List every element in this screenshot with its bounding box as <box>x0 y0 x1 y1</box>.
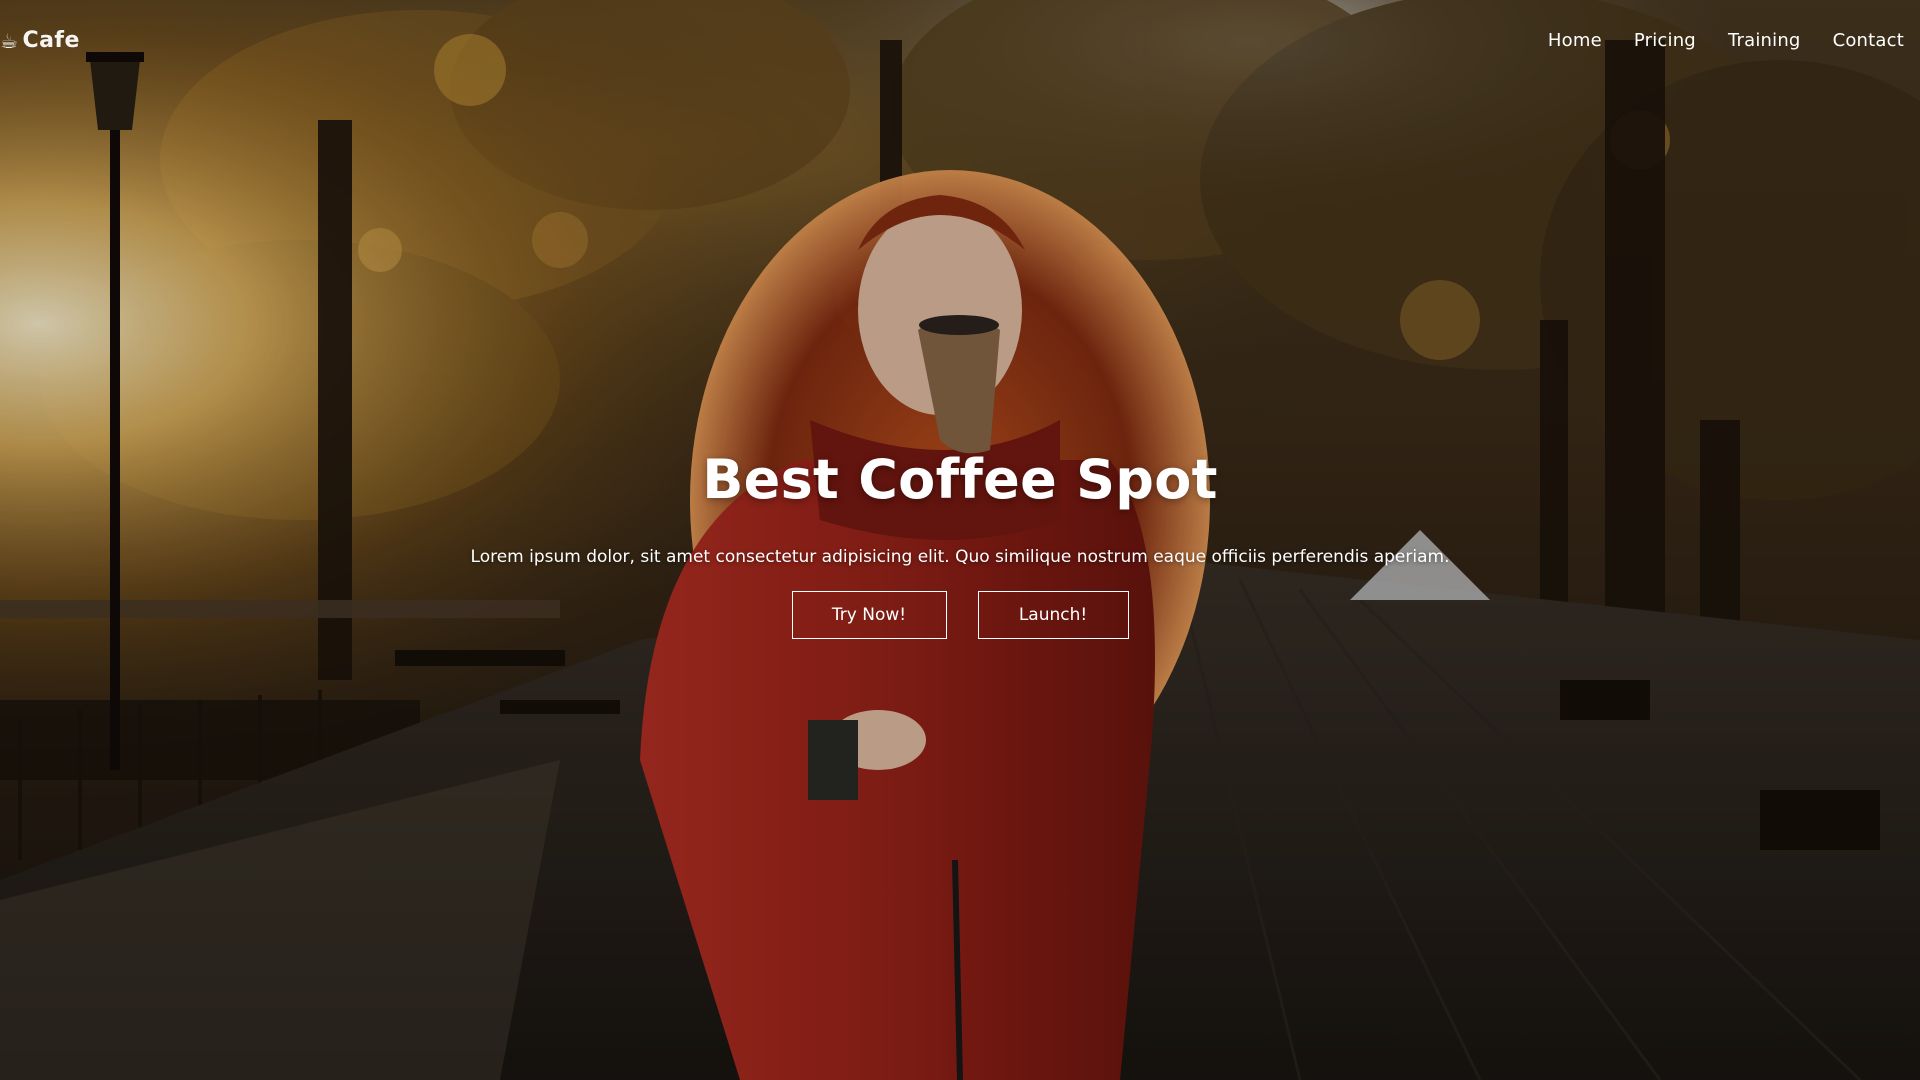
brand-logo[interactable]: ☕ Cafe <box>0 28 80 53</box>
launch-button[interactable]: Launch! <box>977 591 1129 639</box>
hero-section: ☕ Cafe Home Pricing Training Contact Bes… <box>0 0 1920 1080</box>
hero-content: Best Coffee Spot Lorem ipsum dolor, sit … <box>0 448 1920 639</box>
nav-link-home[interactable]: Home <box>1548 30 1602 51</box>
hero-title: Best Coffee Spot <box>702 448 1218 511</box>
coffee-cup-icon: ☕ <box>0 28 19 53</box>
hero-subtitle: Lorem ipsum dolor, sit amet consectetur … <box>470 547 1450 567</box>
brand-logo-text: Cafe <box>22 28 80 53</box>
try-now-button[interactable]: Try Now! <box>791 591 947 639</box>
hero-buttons: Try Now! Launch! <box>0 591 1920 639</box>
nav-link-pricing[interactable]: Pricing <box>1634 30 1696 51</box>
nav-link-contact[interactable]: Contact <box>1833 30 1904 51</box>
navbar: ☕ Cafe Home Pricing Training Contact <box>0 0 1920 84</box>
nav-links: Home Pricing Training Contact <box>1548 30 1904 51</box>
nav-link-training[interactable]: Training <box>1728 30 1801 51</box>
